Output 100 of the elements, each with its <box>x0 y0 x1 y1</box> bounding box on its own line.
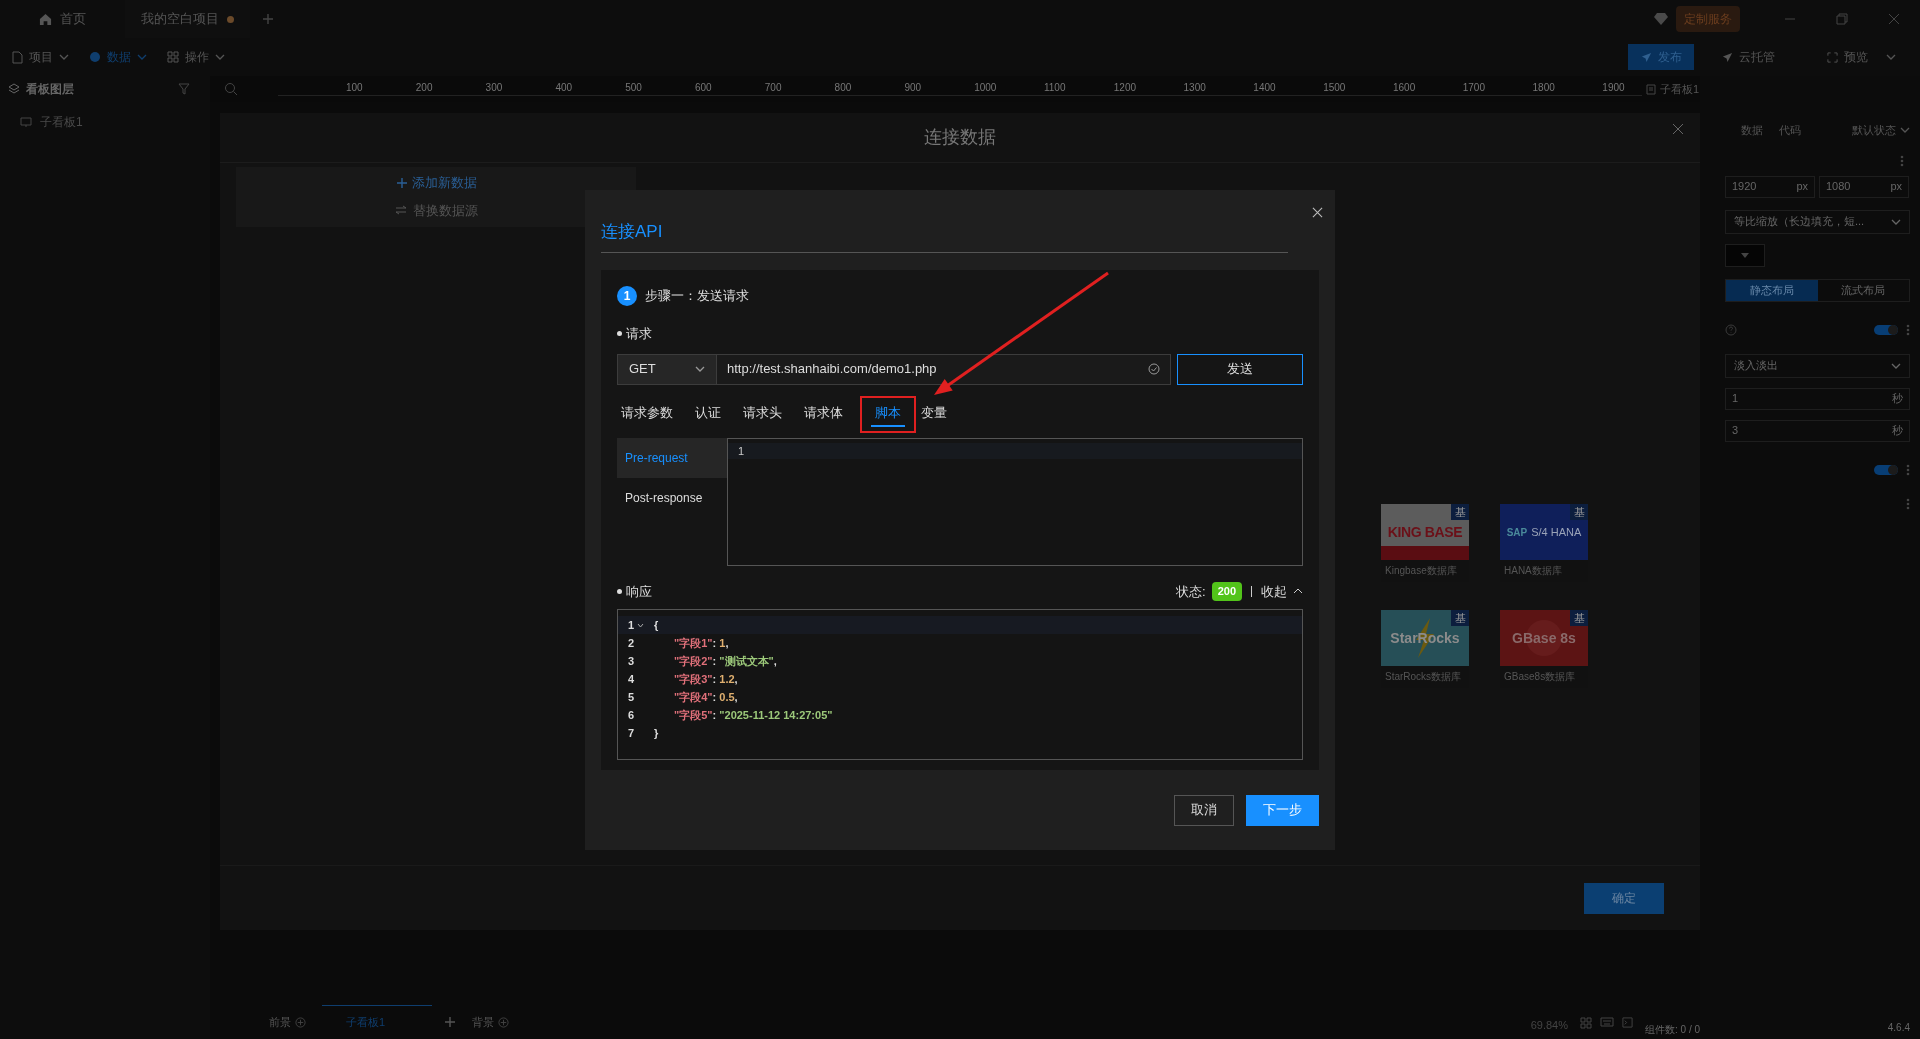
request-tab[interactable]: 变量 <box>917 400 951 427</box>
url-field[interactable]: http://test.shanhaibi.com/demo1.php <box>717 353 1171 385</box>
keyboard-icon[interactable] <box>1600 1017 1614 1027</box>
search-icon[interactable] <box>224 82 238 96</box>
chevron-down-icon <box>59 52 69 62</box>
app-tab[interactable]: 首页 <box>0 0 125 38</box>
plus-icon <box>395 176 408 189</box>
color-select[interactable] <box>1725 243 1765 267</box>
more-icon[interactable] <box>1906 323 1910 336</box>
add-data-button[interactable]: 添加新数据 <box>395 173 477 193</box>
basic-badge: 基 <box>1451 504 1469 520</box>
effect-select[interactable]: 淡入淡出 <box>1725 353 1910 378</box>
code-line: } <box>653 725 659 741</box>
plus-icon[interactable] <box>262 13 274 25</box>
toggle-switch[interactable] <box>1874 324 1898 335</box>
code-line: "字段4": 0.5, <box>673 689 738 705</box>
ruler-tick-label: 1400 <box>1253 82 1276 93</box>
send-button[interactable]: 发送 <box>1177 353 1303 385</box>
service-badge[interactable]: 定制服务 <box>1676 6 1740 32</box>
preview-button[interactable]: 预览 <box>1827 48 1896 66</box>
more-icon[interactable] <box>1900 154 1904 167</box>
method-select[interactable]: GET <box>617 353 717 385</box>
ruler-tick-label: 300 <box>485 82 503 93</box>
layers-icon <box>8 83 20 95</box>
board-tab[interactable]: 前景 <box>265 1005 295 1039</box>
more-icon[interactable] <box>1906 497 1910 510</box>
terminal-icon[interactable] <box>1622 1017 1633 1028</box>
request-tab[interactable]: 请求体 <box>800 400 847 427</box>
menu-item[interactable]: 操作 <box>167 48 225 66</box>
scale-select[interactable]: 等比缩放（长边填充，短... <box>1725 209 1910 234</box>
fullscreen-icon <box>1827 51 1838 63</box>
plus-icon[interactable] <box>444 1016 456 1028</box>
layout-option[interactable]: 流式布局 <box>1817 279 1909 301</box>
panel-tab[interactable]: 数据 <box>1741 122 1763 139</box>
request-tab[interactable]: 认证 <box>691 400 725 427</box>
fold-icon[interactable] <box>636 622 644 628</box>
number-field[interactable]: 1080 px <box>1819 175 1909 198</box>
layout-option[interactable]: 静态布局 <box>1726 279 1818 301</box>
add-circle-icon[interactable] <box>295 1016 306 1028</box>
ruler-tick-label: 1000 <box>974 82 997 93</box>
send-icon <box>1640 51 1652 63</box>
close-icon[interactable] <box>1312 207 1323 218</box>
monitor-icon <box>20 116 32 128</box>
number-field[interactable]: 1920 px <box>1725 175 1815 198</box>
component-count: 组件数: 0 / 0 <box>1645 1023 1700 1037</box>
number-field[interactable]: 1 秒 <box>1725 387 1910 410</box>
ruler-tick-label: 1200 <box>1113 82 1136 93</box>
ruler-tick-label: 400 <box>555 82 573 93</box>
dialog-title: 连接数据 <box>924 126 996 149</box>
ruler-tick-label: 800 <box>834 82 852 93</box>
section-label: 请求 <box>626 325 652 343</box>
menu-item[interactable]: 项目 <box>12 48 69 66</box>
menu-label: 数据 <box>107 49 131 66</box>
grid-icon <box>167 51 179 63</box>
ruler-tick-label: 200 <box>415 82 433 93</box>
board-tab[interactable]: 子看板1 <box>322 1005 432 1039</box>
bullet-icon <box>617 331 622 337</box>
add-circle-icon[interactable] <box>498 1016 509 1028</box>
ruler-tick-label: 1600 <box>1392 82 1416 93</box>
check-circle-icon <box>1148 363 1160 375</box>
toggle-switch[interactable] <box>1874 464 1898 475</box>
script-side-tab[interactable]: Post-response <box>617 477 727 518</box>
ruler-tick-label: 1500 <box>1323 82 1346 93</box>
script-side-tab[interactable]: Pre-request <box>617 437 727 478</box>
chevron-down-icon <box>215 52 225 62</box>
board-label: 子看板1 <box>1660 81 1700 97</box>
next-step-button[interactable]: 下一步 <box>1246 794 1319 826</box>
cloud-host-button[interactable]: 云托管 <box>1722 48 1775 66</box>
code-line: "字段1": 1, <box>673 635 729 651</box>
confirm-button[interactable]: 确定 <box>1584 882 1664 914</box>
ruler-tick-label: 1700 <box>1462 82 1485 93</box>
script-editor[interactable]: 1 <box>727 437 1303 566</box>
restore-icon[interactable] <box>1836 13 1848 25</box>
state-select[interactable]: 默认状态 <box>1852 122 1910 139</box>
request-tab[interactable]: 请求参数 <box>617 400 677 427</box>
cancel-button[interactable]: 取消 <box>1174 794 1234 826</box>
status-label: 状态: <box>1176 582 1206 601</box>
status-code: 200 <box>1211 581 1242 601</box>
code-line: "字段2": "测试文本", <box>673 653 777 669</box>
menu-label: 操作 <box>185 49 209 66</box>
filter-icon[interactable] <box>178 83 190 95</box>
request-tab[interactable]: 脚本 <box>871 400 905 427</box>
line-number: 4 <box>626 671 634 687</box>
collapse-button[interactable]: 收起 <box>1261 581 1303 601</box>
section-label: 响应 <box>626 582 652 601</box>
panel-tab[interactable]: 代码 <box>1779 122 1801 139</box>
line-number: 3 <box>626 653 634 669</box>
diamond-icon <box>1654 13 1668 25</box>
highlight-box <box>860 396 916 433</box>
menu-item[interactable]: 数据 <box>89 48 147 66</box>
close-icon[interactable] <box>1672 123 1684 135</box>
number-field[interactable]: 3 秒 <box>1725 419 1910 442</box>
board-tab[interactable]: 背景 <box>468 1005 498 1039</box>
request-tab[interactable]: 请求头 <box>739 400 786 427</box>
help-icon[interactable] <box>1725 323 1737 336</box>
tab-label: 我的空白项目 <box>141 10 219 29</box>
ruler-tick-label: 600 <box>695 82 712 93</box>
code-line: { <box>653 617 659 633</box>
tab-label: 首页 <box>60 10 86 29</box>
more-icon[interactable] <box>1906 463 1910 476</box>
